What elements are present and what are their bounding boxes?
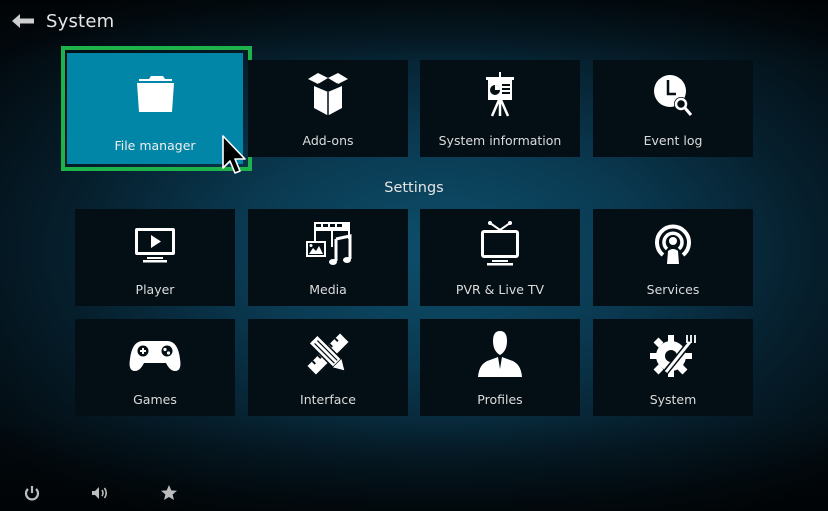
tile-player[interactable]: Player (75, 209, 235, 306)
arrow-left-icon[interactable] (12, 14, 34, 28)
power-icon (24, 486, 40, 501)
tile-label: Services (646, 282, 700, 297)
favourites-button[interactable] (159, 483, 179, 503)
tile-services[interactable]: Services (593, 209, 753, 306)
tile-profiles[interactable]: Profiles (420, 319, 580, 416)
open-box-icon (300, 70, 356, 120)
tile-label: Games (133, 392, 177, 407)
media-film-music-icon (300, 219, 356, 269)
tile-system-information[interactable]: System information (420, 60, 580, 157)
tile-label: Interface (300, 392, 356, 407)
tile-label: Player (135, 282, 175, 297)
pencil-ruler-icon (300, 329, 356, 379)
volume-button[interactable] (90, 483, 110, 503)
tile-label: System (649, 392, 697, 407)
presentation-easel-icon (472, 70, 528, 120)
tv-play-icon (127, 219, 183, 269)
volume-icon (92, 487, 108, 499)
broadcast-user-icon (645, 219, 701, 269)
tile-label: Media (309, 282, 347, 297)
retro-tv-antenna-icon (472, 219, 528, 269)
user-silhouette-icon (472, 329, 528, 379)
tile-label: System information (438, 133, 562, 148)
tile-media[interactable]: Media (248, 209, 408, 306)
tile-event-log[interactable]: Event log (593, 60, 753, 157)
tile-label: Event log (643, 133, 703, 148)
page-title: System (46, 10, 115, 32)
star-icon (161, 485, 177, 500)
folder-icon (127, 67, 183, 117)
tile-label: Profiles (477, 392, 523, 407)
tile-games[interactable]: Games (75, 319, 235, 416)
power-button[interactable] (22, 483, 42, 503)
tile-add-ons[interactable]: Add-ons (248, 60, 408, 157)
clock-search-icon (645, 70, 701, 120)
tile-system[interactable]: System (593, 319, 753, 416)
gamepad-icon (127, 329, 183, 379)
tile-label: Add-ons (302, 133, 354, 148)
header: System (12, 8, 114, 34)
tile-pvr-live-tv[interactable]: PVR & Live TV (420, 209, 580, 306)
settings-heading: Settings (384, 180, 444, 196)
tile-file-manager[interactable]: File manager (67, 53, 243, 164)
gear-tools-icon (645, 329, 701, 379)
tile-interface[interactable]: Interface (248, 319, 408, 416)
tile-label: PVR & Live TV (455, 282, 545, 297)
tile-label: File manager (114, 138, 196, 153)
bottom-bar (0, 471, 220, 511)
